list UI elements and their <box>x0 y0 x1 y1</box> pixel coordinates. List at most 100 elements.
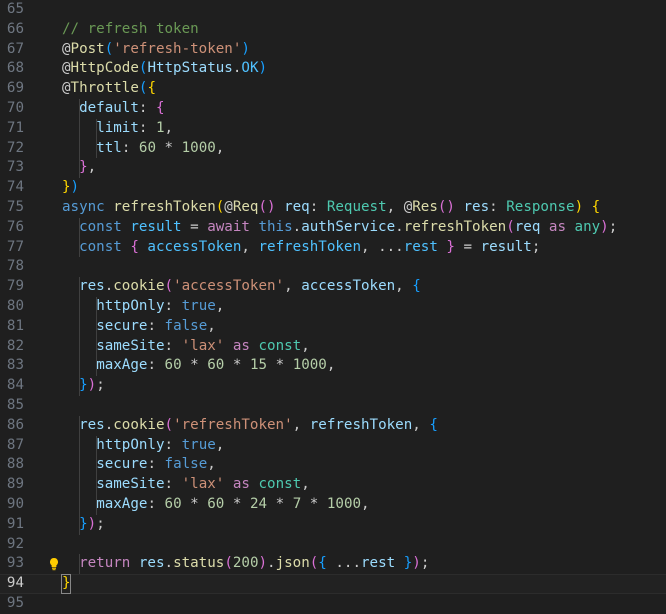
line-number: 76 <box>6 218 24 235</box>
code-token: async <box>62 199 114 215</box>
code-token: , ... <box>360 238 404 255</box>
code-token: await <box>207 218 259 235</box>
code-line[interactable]: 94} <box>0 574 666 595</box>
code-text: const result = await this.authService.re… <box>79 218 617 238</box>
code-line[interactable]: 86 res.cookie('refreshToken', refreshToke… <box>0 415 666 436</box>
code-line[interactable]: 68 @HttpCode(HttpStatus.OK) <box>0 59 666 79</box>
indent-guide <box>79 435 81 456</box>
code-line[interactable]: 95 <box>0 594 666 614</box>
code-token: 'refresh-token' <box>113 40 242 57</box>
code-token: : <box>147 456 165 473</box>
code-token: . <box>292 218 302 235</box>
line-number: 70 <box>6 100 24 116</box>
code-line[interactable]: 77 const { accessToken, refreshToken, ...… <box>0 237 666 258</box>
code-line[interactable]: 71 limit: 1, <box>0 118 666 139</box>
code-token: default <box>79 100 139 116</box>
line-number: 67 <box>6 40 24 57</box>
code-token: httpOnly <box>96 436 165 453</box>
code-line[interactable]: 89 sameSite: 'lax' as const, <box>0 475 666 495</box>
code-token: ) <box>574 199 584 215</box>
code-token: ) <box>241 40 250 57</box>
code-line[interactable]: 84}); <box>0 376 666 396</box>
code-token: 'lax' <box>181 337 225 354</box>
line-number: 83 <box>6 357 24 374</box>
code-line[interactable]: 66 // refresh token <box>0 20 666 40</box>
line-number: 87 <box>6 436 24 453</box>
line-number: 75 <box>6 199 24 215</box>
code-text: httpOnly: true, <box>96 297 224 317</box>
code-token: Throttle <box>70 80 139 97</box>
code-token: { <box>147 80 156 97</box>
code-line[interactable]: 74}) <box>0 178 666 198</box>
code-token: Req <box>232 199 259 215</box>
code-line[interactable]: 82 sameSite: 'lax' as const, <box>0 336 666 357</box>
code-token: : <box>147 357 165 374</box>
code-token: ) <box>412 555 421 572</box>
code-line[interactable]: 75 async refreshToken(@Req() req: Request… <box>0 198 666 218</box>
code-line[interactable]: 88 secure: false, <box>0 455 666 476</box>
code-line[interactable]: 85 <box>0 396 666 416</box>
code-line[interactable]: 69 @Throttle({ <box>0 79 666 99</box>
line-number: 79 <box>6 278 24 295</box>
code-token: () <box>437 199 455 215</box>
code-text: }); <box>79 515 105 535</box>
code-text: limit: 1, <box>96 119 173 139</box>
code-token: req <box>275 199 310 215</box>
indent-guide <box>79 297 81 317</box>
code-text: }) <box>62 178 79 198</box>
code-line[interactable]: 91}); <box>0 514 666 535</box>
code-line[interactable]: 93 return res.status(200).json({ ...rest … <box>0 554 666 575</box>
code-token: 1000 <box>326 496 362 512</box>
code-token: () <box>258 199 276 215</box>
code-line[interactable]: 92 <box>0 535 666 555</box>
code-token: 1 <box>156 119 165 136</box>
code-token: as <box>540 218 575 235</box>
code-token: Request <box>326 199 387 215</box>
code-token: ... <box>326 555 362 572</box>
code-token: as <box>224 337 259 354</box>
indent-guide <box>79 356 81 377</box>
code-token: } <box>79 377 88 394</box>
code-text: async refreshToken(@Req() req: Request, … <box>62 198 600 218</box>
code-token: cookie <box>113 278 165 295</box>
line-number: 71 <box>6 119 24 136</box>
code-token: ) <box>258 555 268 572</box>
line-number: 69 <box>6 80 24 97</box>
indent-guide <box>79 316 81 337</box>
code-token: , <box>241 238 259 255</box>
code-token: 60 <box>164 357 182 374</box>
code-token: : <box>138 100 156 116</box>
code-line[interactable]: 81 secure: false, <box>0 316 666 337</box>
code-line[interactable]: 73}, <box>0 158 666 179</box>
code-token: ) <box>87 377 97 394</box>
line-number: 73 <box>6 159 24 176</box>
code-line[interactable]: 76 const result = await this.authService.… <box>0 217 666 238</box>
code-line[interactable]: 67 @Post('refresh-token') <box>0 40 666 60</box>
code-line[interactable]: 65 <box>0 0 666 20</box>
code-line[interactable]: 72 ttl: 60 * 1000, <box>0 138 666 159</box>
code-token: Response <box>506 199 575 215</box>
code-token: ) <box>258 60 268 77</box>
code-line[interactable]: 78 <box>0 257 666 277</box>
code-line[interactable]: 87 httpOnly: true, <box>0 435 666 456</box>
code-token: httpOnly <box>96 298 165 314</box>
line-number: 65 <box>6 1 24 17</box>
code-line[interactable]: 80 httpOnly: true, <box>0 297 666 317</box>
line-number: 90 <box>6 496 24 512</box>
code-line[interactable]: 83 maxAge: 60 * 60 * 15 * 1000, <box>0 356 666 377</box>
code-token: , <box>87 159 97 176</box>
code-token: , @ <box>386 199 413 215</box>
lightbulb-icon[interactable] <box>48 557 60 571</box>
code-line[interactable]: 79 res.cookie('accessToken', accessToken,… <box>0 277 666 297</box>
code-line[interactable]: 70 default: { <box>0 99 666 119</box>
code-token: } <box>446 238 455 255</box>
code-editor[interactable]: 65 66// refresh token 67 @Post('refresh-tok… <box>0 0 666 614</box>
code-token: * <box>181 496 208 512</box>
code-token: : <box>138 119 156 136</box>
code-line[interactable]: 90 maxAge: 60 * 60 * 24 * 7 * 1000, <box>0 495 666 515</box>
line-number: 93 <box>6 555 24 572</box>
line-number: 88 <box>6 456 24 473</box>
code-token: , <box>164 119 174 136</box>
code-token: 24 <box>249 496 268 512</box>
code-token: . <box>164 555 174 572</box>
